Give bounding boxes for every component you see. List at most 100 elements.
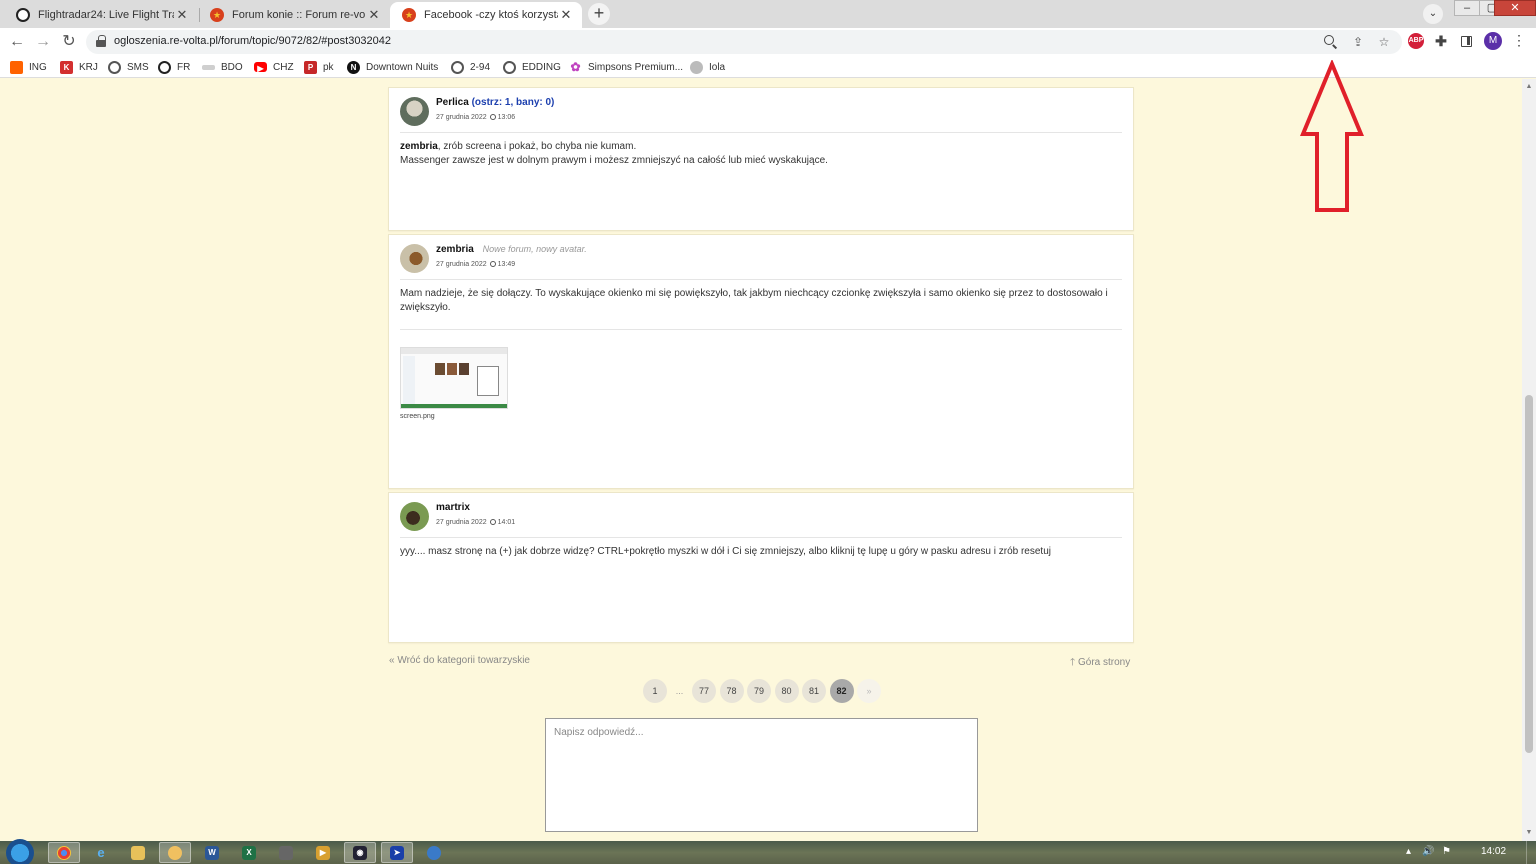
window-close-button[interactable]: ✕: [1494, 0, 1536, 16]
taskbar-app5[interactable]: [418, 842, 450, 863]
page-link[interactable]: 77: [692, 679, 716, 703]
post-author[interactable]: zembria Nowe forum, nowy avatar.: [436, 244, 587, 255]
scroll-up-icon[interactable]: ▲: [1525, 83, 1533, 91]
app-icon: [168, 845, 182, 860]
share-icon[interactable]: ⇪: [1350, 34, 1366, 50]
bookmark-ing[interactable]: ING: [10, 60, 47, 74]
post-divider: [400, 132, 1122, 133]
minimize-button[interactable]: –: [1454, 0, 1480, 16]
post-body: Mam nadzieje, że się dołączy. To wyskaku…: [400, 288, 1108, 313]
profile-avatar[interactable]: M: [1484, 32, 1502, 50]
windows-taskbar: e W X ▶ ◉ ➤ ▴ 🔊 ⚑ 14:02: [0, 839, 1536, 864]
lock-icon[interactable]: [96, 35, 106, 48]
taskbar-media[interactable]: ▶: [307, 842, 339, 863]
taskbar-explorer[interactable]: [122, 842, 154, 863]
taskbar-excel[interactable]: X: [233, 842, 265, 863]
close-icon[interactable]: ✕: [174, 7, 190, 23]
menu-icon[interactable]: ⋮: [1512, 32, 1526, 49]
bookmark-2-94[interactable]: 2-94: [451, 60, 490, 74]
taskbar-ie[interactable]: e: [85, 842, 117, 863]
close-icon[interactable]: ✕: [558, 7, 574, 23]
warnings-badge: (ostrz: 1, bany: 0): [471, 97, 555, 108]
page-link[interactable]: 80: [774, 679, 799, 703]
bookmark-bdo[interactable]: BDO: [202, 60, 243, 74]
globe-icon: [451, 60, 464, 74]
bookmark-star-icon[interactable]: ☆: [1376, 34, 1392, 50]
zoom-magnifier-icon[interactable]: [1324, 35, 1334, 45]
scroll-down-icon[interactable]: ▼: [1525, 829, 1533, 837]
folder-icon: [131, 845, 145, 860]
reply-textarea[interactable]: [545, 718, 978, 832]
tab-flightradar[interactable]: Flightradar24: Live Flight Tracker ✕: [4, 2, 198, 28]
bookmark-iola[interactable]: Iola: [690, 60, 725, 74]
tab-title: Flightradar24: Live Flight Tracker: [38, 9, 174, 21]
side-panel-icon[interactable]: [1461, 36, 1472, 47]
camera-icon: ◉: [353, 845, 367, 860]
taskbar-clock[interactable]: 14:02: [1481, 846, 1506, 857]
page-scrollbar[interactable]: ▲ ▼: [1522, 79, 1536, 841]
post-author[interactable]: martrix: [436, 502, 470, 513]
tab-facebook-thread[interactable]: ★ Facebook -czy ktoś korzysta? :: St ✕: [390, 2, 582, 28]
taskbar-word[interactable]: W: [196, 842, 228, 863]
bookmark-chz[interactable]: ▶ CHZ: [254, 60, 294, 74]
page-next[interactable]: »: [857, 679, 881, 703]
back-to-category-link[interactable]: « Wróć do kategorii towarzyskie: [389, 655, 530, 666]
tab-search-icon[interactable]: ⌄: [1423, 4, 1443, 24]
media-player-icon: ▶: [316, 845, 330, 860]
bookmark-krj[interactable]: K KRJ: [60, 60, 98, 74]
attachment-thumbnail[interactable]: [400, 347, 508, 409]
tray-expand-icon[interactable]: ▴: [1406, 846, 1411, 857]
post-body: yyy.... masz stronę na (+) jak dobrze wi…: [400, 546, 1051, 557]
bookmark-edding[interactable]: EDDING: [503, 60, 561, 74]
user-signature: Nowe forum, nowy avatar.: [482, 244, 587, 254]
attachment-filename[interactable]: screen.png: [400, 413, 435, 420]
bookmark-sms[interactable]: SMS: [108, 60, 149, 74]
url-text[interactable]: ogloszenia.re-volta.pl/forum/topic/9072/…: [114, 35, 391, 47]
page-link[interactable]: 81: [802, 679, 826, 703]
taskbar-app[interactable]: [159, 842, 191, 863]
address-bar[interactable]: ogloszenia.re-volta.pl/forum/topic/9072/…: [86, 30, 1402, 54]
bookmark-pk[interactable]: Ppk: [304, 60, 334, 74]
pk-icon: P: [304, 60, 317, 74]
taskbar-app4[interactable]: ➤: [381, 842, 413, 863]
start-button[interactable]: [6, 839, 34, 864]
post-date: 27 grudnia 2022 13:06: [436, 114, 516, 121]
close-icon[interactable]: ✕: [366, 7, 382, 23]
mention[interactable]: zembria: [400, 141, 438, 152]
action-center-flag-icon[interactable]: ⚑: [1442, 846, 1451, 857]
post-body: zembria, zrób screena i pokaż, bo chyba …: [400, 141, 828, 166]
page-link-current[interactable]: 82: [829, 679, 854, 703]
taskbar-app2[interactable]: [270, 842, 302, 863]
avatar[interactable]: [400, 244, 429, 273]
page-link[interactable]: 78: [719, 679, 744, 703]
taskbar-app3[interactable]: ◉: [344, 842, 376, 863]
avatar[interactable]: [400, 502, 429, 531]
back-button[interactable]: ←: [7, 32, 27, 52]
taskbar-chrome[interactable]: [48, 842, 80, 863]
post-divider: [400, 329, 1122, 330]
tab-forum-konie[interactable]: ★ Forum konie :: Forum re-volta.pl ✕: [198, 2, 390, 28]
show-desktop-button[interactable]: [1526, 841, 1536, 864]
bookmark-downtown-nuits[interactable]: N Downtown Nuits: [347, 60, 438, 74]
page-link[interactable]: 79: [747, 679, 771, 703]
forum-post: martrix 27 grudnia 2022 14:01 yyy.... mas…: [388, 492, 1134, 643]
forward-button[interactable]: →: [33, 32, 53, 52]
reload-button[interactable]: ↻: [59, 32, 79, 52]
post-date: 27 grudnia 2022 14:01: [436, 519, 516, 526]
top-of-page-link[interactable]: 🡑 Góra strony: [1070, 655, 1130, 672]
app-icon: [427, 845, 441, 860]
extensions-puzzle-icon[interactable]: ✚: [1433, 33, 1449, 49]
scrollbar-thumb[interactable]: [1525, 395, 1533, 753]
bookmark-simpsons[interactable]: ✿ Simpsons Premium...: [569, 60, 683, 74]
tab-title: Forum konie :: Forum re-volta.pl: [232, 9, 366, 21]
bookmark-fr[interactable]: FR: [158, 60, 190, 74]
avatar[interactable]: [400, 97, 429, 126]
new-tab-button[interactable]: +: [588, 3, 610, 25]
tab-title: Facebook -czy ktoś korzysta? :: St: [424, 9, 558, 21]
volume-icon[interactable]: 🔊: [1422, 846, 1434, 857]
pagination: 1 ... 77 78 79 80 81 82 »: [643, 679, 885, 703]
page-link[interactable]: 1: [643, 679, 667, 703]
post-author[interactable]: Perlica (ostrz: 1, bany: 0): [436, 97, 554, 108]
adblock-icon[interactable]: ABP: [1408, 33, 1424, 49]
bdo-icon: [202, 64, 215, 70]
